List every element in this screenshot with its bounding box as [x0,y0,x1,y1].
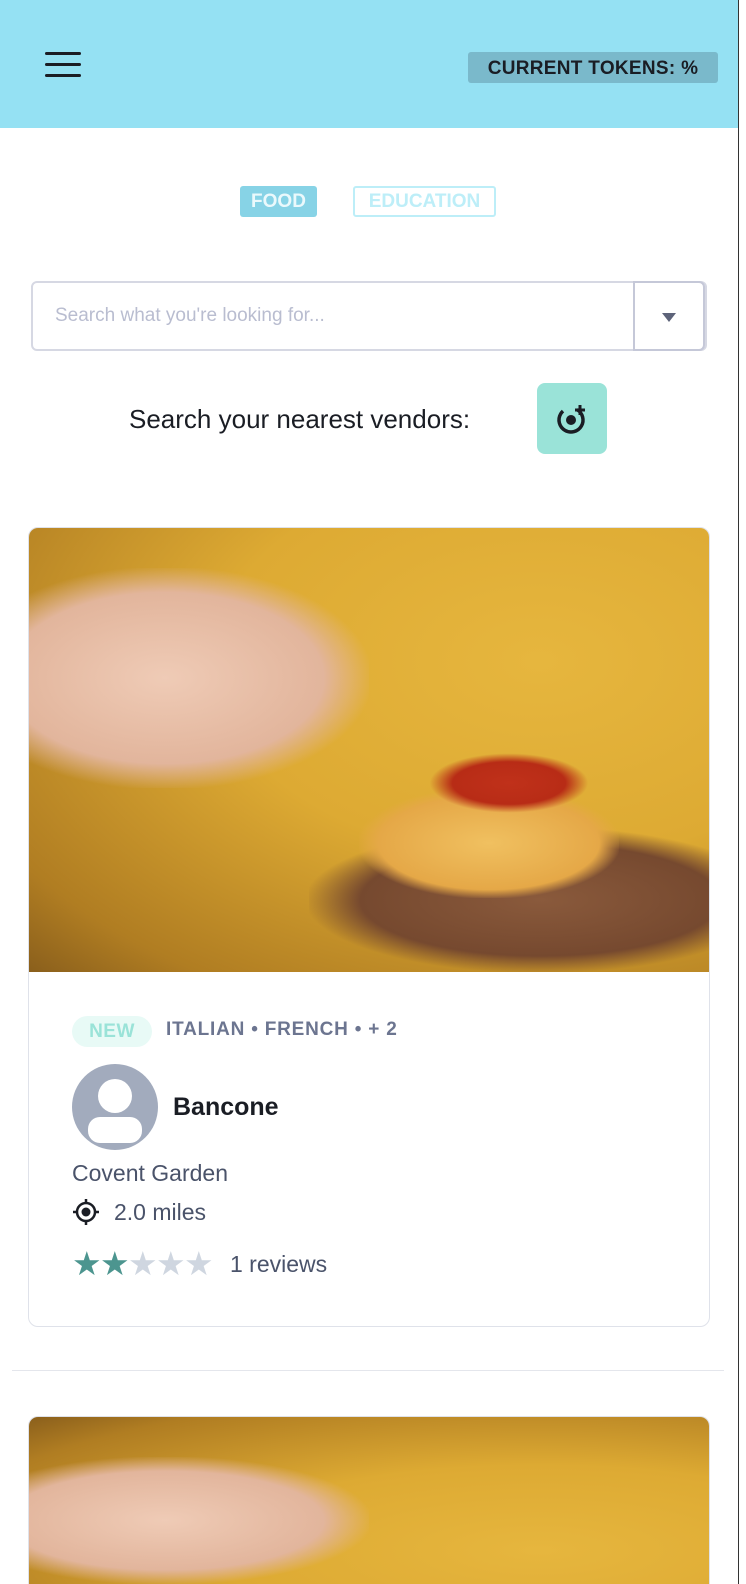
tab-education[interactable]: EDUCATION [353,186,496,217]
hamburger-menu-icon[interactable] [45,52,82,78]
vendor-photo [29,528,709,972]
vendor-card[interactable] [28,1416,710,1584]
vendor-photo [29,1417,709,1584]
location-crosshair-icon [557,405,585,434]
star-icon: ★ [156,1245,186,1282]
avatar [72,1064,158,1150]
vendor-distance: 2.0 miles [72,1198,206,1226]
reviews-count[interactable]: 1 reviews [230,1251,327,1278]
vendor-categories: ITALIAN • FRENCH • + 2 [166,1019,398,1040]
distance-text: 2.0 miles [114,1198,207,1225]
search-bar [31,281,707,351]
new-badge: NEW [72,1016,152,1047]
vendor-area: Covent Garden [72,1160,228,1186]
divider [12,1370,724,1371]
window-edge [738,0,746,1584]
locate-vendors-button[interactable] [537,383,607,454]
search-input[interactable] [33,283,637,349]
star-rating: ★ ★ ★ ★ ★ 1 reviews [72,1245,327,1282]
star-icon: ★ [100,1245,130,1282]
search-dropdown-button[interactable] [633,281,705,351]
top-bar: CURRENT TOKENS: % [0,0,738,128]
star-icon: ★ [72,1245,102,1282]
vendor-name[interactable]: Bancone [173,1093,279,1122]
crosshair-icon [73,1199,99,1225]
tab-food[interactable]: FOOD [240,186,317,217]
star-icon: ★ [128,1245,158,1282]
vendor-card[interactable]: NEW ITALIAN • FRENCH • + 2 Bancone Coven… [28,527,710,1327]
current-tokens-badge: CURRENT TOKENS: % [468,52,718,83]
nearest-vendors-label: Search your nearest vendors: [129,404,471,434]
star-icon: ★ [184,1245,214,1282]
